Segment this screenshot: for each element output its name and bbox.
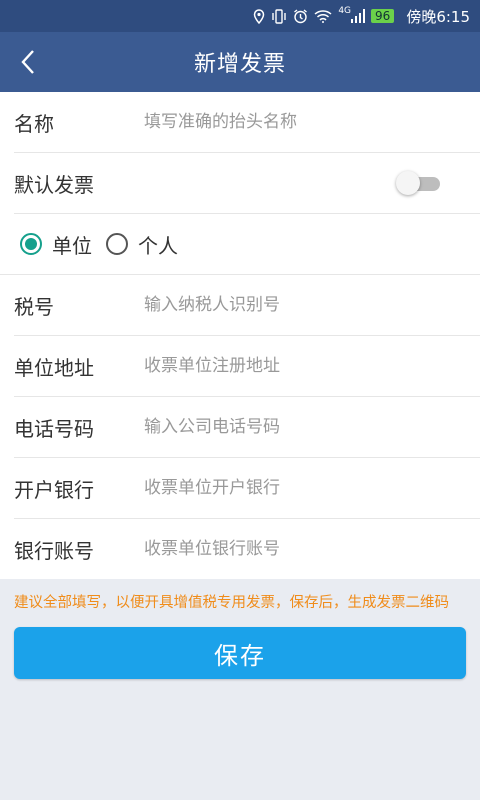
radio-personal-label: 个人	[138, 233, 178, 258]
account-input[interactable]	[144, 539, 480, 559]
notice-text: 建议全部填写，以便开具增值税专用发票，保存后，生成发票二维码	[14, 595, 449, 611]
tax-no-input[interactable]	[144, 295, 480, 315]
save-button[interactable]: 保存	[14, 627, 466, 679]
wifi-icon	[314, 10, 332, 23]
radio-personal[interactable]: 个人	[106, 230, 178, 259]
status-icons: 4G 96 傍晚6:15	[253, 6, 470, 27]
invoice-form: 名称 默认发票 单位 个人 税号 单位地址 电话号码 开户银行	[0, 92, 480, 579]
account-label: 银行账号	[14, 538, 94, 563]
chevron-left-icon	[21, 50, 34, 74]
network-type: 4G	[338, 6, 352, 16]
bank-label: 开户银行	[14, 477, 94, 502]
address-label: 单位地址	[14, 355, 94, 380]
vibrate-icon	[272, 8, 287, 24]
radio-company-label: 单位	[52, 233, 92, 258]
battery-icon: 96	[371, 9, 395, 23]
address-input[interactable]	[144, 356, 480, 376]
radio-unchecked-icon	[106, 233, 128, 255]
address-row: 单位地址	[14, 336, 480, 397]
radio-company[interactable]: 单位	[20, 230, 92, 259]
invoice-type-row: 单位 个人	[0, 214, 480, 275]
phone-input[interactable]	[144, 417, 480, 437]
name-row: 名称	[14, 92, 480, 153]
default-invoice-label: 默认发票	[14, 172, 94, 197]
signal-icon	[351, 9, 366, 23]
bank-row: 开户银行	[14, 458, 480, 519]
name-input[interactable]	[144, 112, 480, 132]
default-invoice-toggle[interactable]	[396, 171, 440, 195]
toggle-thumb	[396, 171, 420, 195]
tax-no-label: 税号	[14, 294, 54, 319]
status-bar: 4G 96 傍晚6:15	[0, 0, 480, 32]
bank-input[interactable]	[144, 478, 480, 498]
page-title: 新增发票	[193, 52, 286, 77]
account-row: 银行账号	[14, 519, 480, 579]
location-icon	[254, 8, 265, 24]
tax-no-row: 税号	[14, 275, 480, 336]
alarm-icon	[294, 8, 308, 23]
default-invoice-row: 默认发票	[14, 153, 480, 214]
name-label: 名称	[14, 111, 54, 136]
app-header: 新增发票	[0, 32, 480, 92]
status-time: 傍晚6:15	[406, 7, 470, 26]
back-button[interactable]	[8, 32, 48, 92]
phone-row: 电话号码	[14, 397, 480, 458]
radio-checked-icon	[20, 233, 42, 255]
phone-label: 电话号码	[14, 416, 94, 441]
